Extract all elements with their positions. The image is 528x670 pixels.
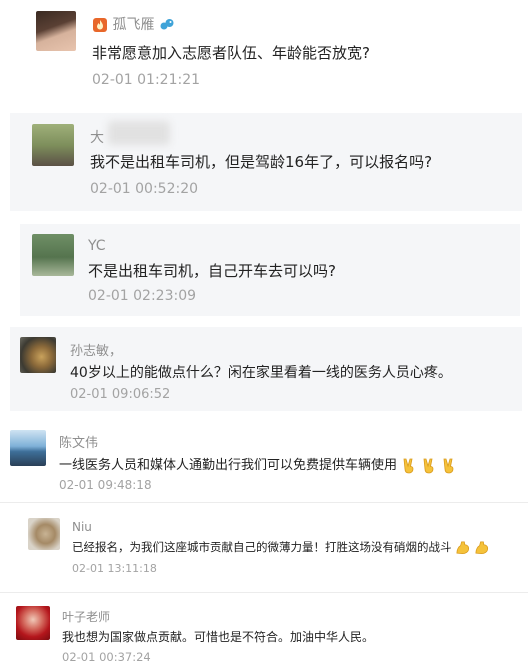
- comment-text: 不是出租车司机，自己开车去可以吗?: [88, 262, 336, 280]
- comment-card: 大 我不是出租车司机，但是驾龄16年了，可以报名吗? 02-01 00:52:2…: [10, 113, 522, 211]
- avatar[interactable]: [20, 337, 56, 373]
- comment-text-content: 已经报名，为我们这座城市贡献自己的微薄力量！打胜这场没有硝烟的战斗: [72, 540, 452, 554]
- comment-time: 02-01 09:48:18: [59, 478, 152, 492]
- commenter-name[interactable]: 大: [90, 127, 104, 147]
- commenter-name[interactable]: 陈文伟: [59, 432, 98, 451]
- comment-card: YC 不是出租车司机，自己开车去可以吗? 02-01 02:23:09: [20, 224, 520, 316]
- avatar[interactable]: [32, 234, 74, 276]
- commenter-name-text: 陈文伟: [59, 436, 99, 451]
- comment-card: 叶子老师 我也想为国家做点贡献。可惜也是不符合。加油中华人民。 02-01 00…: [0, 598, 528, 670]
- commenter-name[interactable]: 孤飞雁: [92, 14, 175, 34]
- avatar[interactable]: [36, 11, 76, 51]
- commenter-name-text: 孙志敏，: [70, 344, 123, 359]
- comment-time: 02-01 00:52:20: [90, 181, 199, 197]
- comment-time: 02-01 13:11:18: [72, 562, 157, 575]
- commenter-name-text: 叶子老师: [62, 610, 111, 624]
- flame-icon: [92, 17, 108, 33]
- comment-text-content: 一线医务人员和媒体人通勤出行我们可以免费提供车辆使用: [59, 458, 398, 473]
- commenter-name-text: YC: [88, 238, 106, 254]
- comment-text: 已经报名，为我们这座城市贡献自己的微薄力量！打胜这场没有硝烟的战斗: [72, 539, 489, 555]
- comment-text: 非常愿意加入志愿者队伍、年龄能否放宽?: [92, 44, 370, 62]
- commenter-name[interactable]: 叶子老师: [62, 608, 110, 625]
- commenter-name[interactable]: Niu: [72, 520, 92, 534]
- comment-card: 孙志敏， 40岁以上的能做点什么？闲在家里看着一线的医务人员心疼。 02-01 …: [10, 327, 522, 411]
- comment-text: 一线医务人员和媒体人通勤出行我们可以免费提供车辆使用: [59, 454, 457, 474]
- victory-hand-emoji: [421, 458, 437, 474]
- divider: [0, 502, 528, 503]
- bird-icon: [159, 17, 175, 33]
- avatar[interactable]: [32, 124, 74, 166]
- comment-card: 孤飞雁 非常愿意加入志愿者队伍、年龄能否放宽? 02-01 01:21:21: [10, 0, 522, 100]
- avatar[interactable]: [10, 430, 46, 466]
- blurred-name: [108, 121, 170, 145]
- commenter-name[interactable]: 孙志敏，: [70, 340, 122, 359]
- victory-hand-emoji: [401, 458, 417, 474]
- flexed-biceps-emoji: [455, 540, 470, 555]
- commenter-name-text: Niu: [72, 520, 92, 534]
- comment-card: Niu 已经报名，为我们这座城市贡献自己的微薄力量！打胜这场没有硝烟的战斗 02…: [10, 508, 522, 584]
- comment-time: 02-01 09:06:52: [70, 387, 171, 402]
- comment-card: 陈文伟 一线医务人员和媒体人通勤出行我们可以免费提供车辆使用 02-01 09:…: [0, 420, 528, 498]
- commenter-name-text: 大: [90, 130, 104, 146]
- flexed-biceps-emoji: [474, 540, 489, 555]
- comment-text: 我也想为国家做点贡献。可惜也是不符合。加油中华人民。: [62, 630, 375, 644]
- divider: [0, 592, 528, 593]
- comment-text: 我不是出租车司机，但是驾龄16年了，可以报名吗?: [90, 153, 433, 171]
- commenter-name-text: 孤飞雁: [112, 17, 155, 33]
- avatar[interactable]: [28, 518, 60, 550]
- victory-hand-emoji: [441, 458, 457, 474]
- avatar[interactable]: [16, 606, 50, 640]
- comment-time: 02-01 02:23:09: [88, 288, 197, 304]
- commenter-name[interactable]: YC: [88, 238, 106, 254]
- comment-time: 02-01 00:37:24: [62, 650, 151, 664]
- comment-text: 40岁以上的能做点什么？闲在家里看着一线的医务人员心疼。: [70, 365, 452, 381]
- comment-time: 02-01 01:21:21: [92, 72, 201, 88]
